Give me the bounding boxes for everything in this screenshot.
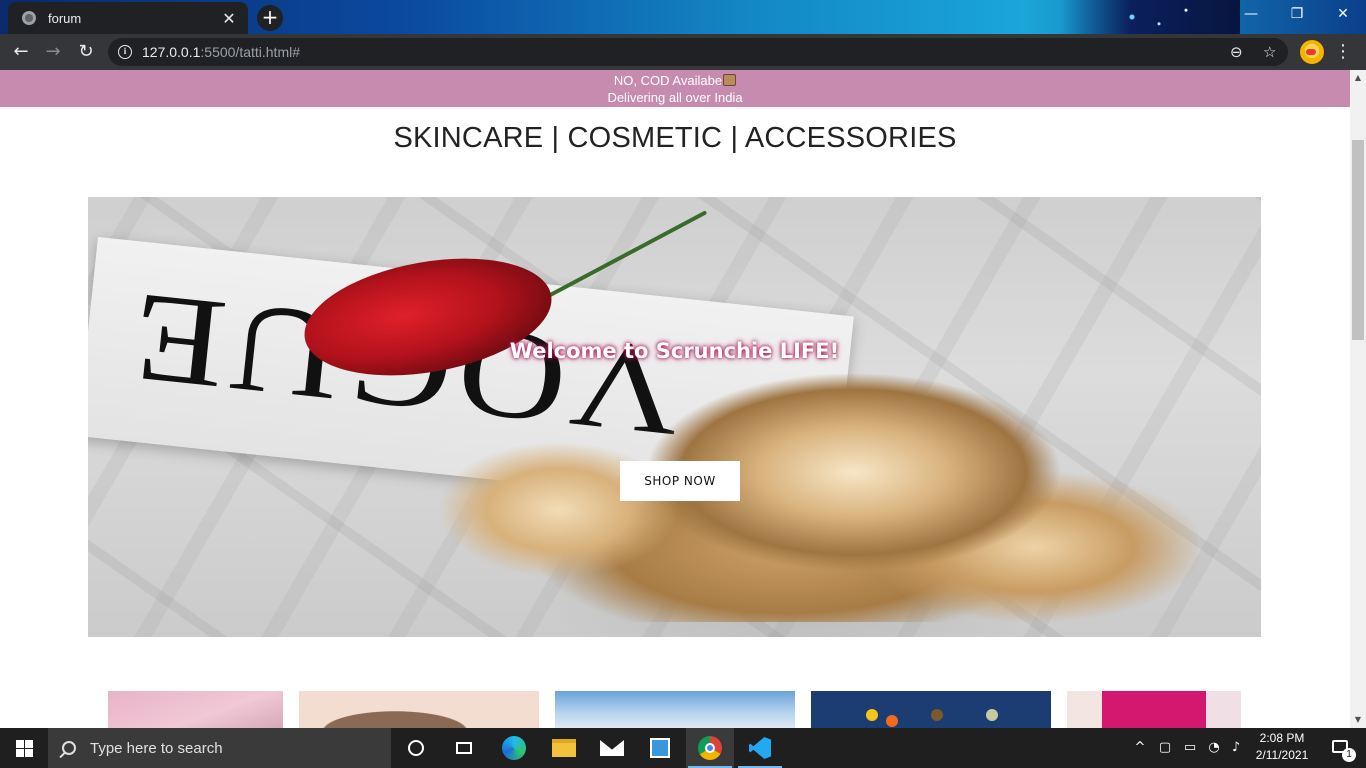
tab-title: forum [48,10,82,26]
edge-browser-icon[interactable] [490,728,538,768]
file-explorer-icon[interactable] [540,728,588,768]
url-path: :5500/tatti.html# [200,44,301,60]
volume-icon[interactable]: ♪ [1226,728,1246,768]
site-info-icon[interactable]: i [118,45,132,59]
browser-menu-icon[interactable]: ⋮ [1334,39,1352,65]
windows-start-button[interactable] [0,728,48,768]
scroll-down-arrow-icon[interactable]: ▼ [1350,712,1366,728]
bookmark-star-icon[interactable]: ☆ [1263,38,1276,66]
battery-icon[interactable]: ▭ [1180,728,1200,768]
product-decoration [986,709,998,721]
page-viewport: NO, COD Availabe Delivering all over Ind… [0,70,1350,728]
wifi-icon[interactable]: ◔ [1204,728,1224,768]
browser-tab-strip: forum ✕ + — ❐ ✕ [0,0,1366,34]
windows-logo-icon [16,749,24,757]
product-thumbnail[interactable] [555,691,795,728]
minimize-button[interactable]: — [1228,0,1274,30]
task-view-icon[interactable] [440,728,488,768]
close-window-button[interactable]: ✕ [1320,0,1366,30]
notification-badge: 1 [1342,748,1356,762]
mail-icon[interactable] [588,728,636,768]
zoom-icon[interactable]: ⊖ [1230,38,1243,66]
restore-button[interactable]: ❐ [1274,0,1320,30]
folder-glyph [552,739,576,757]
new-tab-button[interactable]: + [257,5,283,31]
browser-tab[interactable]: forum ✕ [8,2,248,34]
forward-button[interactable]: → [40,39,66,65]
tray-overflow-chevron-icon[interactable]: ^ [1130,728,1150,768]
windows-logo-icon [25,749,33,757]
edge-logo [502,736,526,760]
app-glyph [650,738,670,758]
taskbar-search-placeholder: Type here to search [90,739,223,757]
announcement-cod-text: NO, COD Availabe [613,73,723,88]
product-decoration [931,709,943,721]
taskbar-clock[interactable]: 2:08 PM 2/11/2021 [1247,730,1317,764]
url-text: 127.0.0.1:5500/tatti.html# [142,44,300,60]
chrome-logo [698,736,722,760]
announcement-bar: NO, COD Availabe Delivering all over Ind… [0,70,1350,107]
hero-banner: VOGUE Welcome to Scrunchie LIFE! SHOP NO… [88,197,1261,637]
tab-close-icon[interactable]: ✕ [220,9,238,28]
cortana-icon[interactable] [392,728,440,768]
clock-time: 2:08 PM [1259,731,1305,745]
vscode-logo [749,737,771,759]
search-icon [62,741,76,755]
vscode-taskbar-icon[interactable] [736,728,784,768]
back-button[interactable]: ← [8,39,34,65]
hero-title: Welcome to Scrunchie LIFE! [509,339,840,363]
profile-avatar[interactable] [1300,40,1324,64]
meet-now-icon[interactable]: ▢ [1155,728,1175,768]
scroll-up-arrow-icon[interactable]: ▲ [1350,70,1366,86]
product-decoration [886,715,898,727]
chrome-taskbar-icon[interactable] [686,728,734,768]
product-thumbnail[interactable] [811,691,1051,728]
url-host: 127.0.0.1 [142,44,201,60]
wallpaper-decoration [1060,0,1240,34]
windows-taskbar: Type here to search ^ ▢ ▭ ◔ ♪ 2:08 PM 2/… [0,728,1366,768]
envelope-glyph [600,740,624,756]
page-scrollbar[interactable]: ▲ ▼ [1350,70,1366,728]
announcement-delivery: Delivering all over India [607,90,743,105]
category-heading: SKINCARE | COSMETIC | ACCESSORIES [393,122,957,154]
chrome-logo-center [705,743,715,753]
globe-icon [22,11,36,25]
product-decoration [866,709,878,721]
product-strip [108,691,1241,728]
announcement-cod: NO, COD Availabe [0,72,1350,89]
windows-logo-icon [16,740,24,748]
scrunchie-image [378,372,1198,622]
shop-now-button[interactable]: SHOP NOW [620,461,740,501]
store-app-icon[interactable] [636,728,684,768]
taskbar-search-input[interactable]: Type here to search [48,728,391,768]
reload-button[interactable]: ↻ [73,39,99,65]
windows-logo-icon [25,740,33,748]
browser-toolbar: ← → ↻ i 127.0.0.1:5500/tatti.html# ⊖ ☆ ⋮ [0,34,1366,70]
task-view-glyph [456,742,472,754]
product-thumbnail[interactable] [108,691,283,728]
product-thumbnail[interactable] [299,691,539,728]
package-icon [723,74,737,86]
action-center-button[interactable]: 1 [1320,728,1366,768]
scrollbar-thumb[interactable] [1352,140,1364,340]
clock-date: 2/11/2021 [1255,748,1309,762]
address-bar[interactable]: i 127.0.0.1:5500/tatti.html# ⊖ ☆ [108,38,1288,66]
cortana-ring [408,740,424,756]
product-thumbnail[interactable] [1067,691,1241,728]
